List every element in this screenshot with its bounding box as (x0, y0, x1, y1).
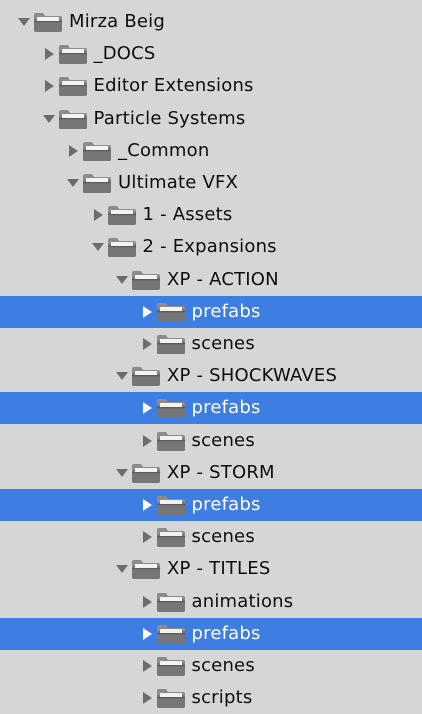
expand-arrow-right-icon[interactable] (140, 627, 154, 641)
tree-item-label: _DOCS (93, 43, 156, 65)
folder-icon (155, 493, 187, 517)
tree-item-label: Ultimate VFX (118, 172, 239, 193)
tree-item[interactable]: XP - ACTION (0, 264, 422, 296)
expand-arrow-right-icon[interactable] (140, 530, 154, 544)
tree-item[interactable]: prefabs (0, 489, 422, 521)
folder-icon (106, 235, 138, 259)
expand-arrow-right-icon[interactable] (140, 401, 154, 415)
tree-item[interactable]: XP - SHOCKWAVES (0, 360, 422, 392)
expand-arrow-down-icon[interactable] (91, 240, 105, 254)
tree-item-label: scripts (191, 687, 253, 709)
folder-icon (155, 686, 187, 710)
folder-icon (155, 654, 187, 678)
folder-icon (130, 364, 162, 388)
tree-item-label: Editor Extensions (93, 75, 254, 97)
folder-icon (155, 590, 187, 614)
expand-arrow-down-icon[interactable] (42, 112, 56, 126)
folder-icon (130, 461, 162, 485)
tree-item[interactable]: scripts (0, 682, 422, 714)
folder-icon (81, 139, 113, 163)
tree-item[interactable]: XP - STORM (0, 457, 422, 489)
tree-item[interactable]: _DOCS (0, 38, 422, 70)
expand-arrow-right-icon[interactable] (140, 659, 154, 673)
folder-icon (155, 396, 187, 420)
expand-arrow-right-icon[interactable] (140, 305, 154, 319)
tree-item[interactable]: Mirza Beig (0, 6, 422, 38)
folder-icon (130, 557, 162, 581)
tree-item-label: scenes (191, 655, 255, 676)
folder-icon (155, 300, 187, 324)
tree-item-label: XP - TITLES (167, 558, 271, 580)
tree-item[interactable]: scenes (0, 650, 422, 682)
tree-item[interactable]: 1 - Assets (0, 199, 422, 231)
tree-item-label: 2 - Expansions (142, 236, 277, 258)
tree-item-label: scenes (191, 333, 255, 354)
expand-arrow-right-icon[interactable] (140, 691, 154, 705)
folder-icon (155, 525, 187, 549)
tree-item-label: prefabs (191, 494, 261, 515)
project-folder-tree: Mirza Beig _DOCS Editor Extensions Particle… (0, 0, 422, 710)
tree-item-label: prefabs (191, 300, 261, 322)
tree-item-label: XP - SHOCKWAVES (167, 365, 338, 387)
expand-arrow-right-icon[interactable] (42, 79, 56, 93)
expand-arrow-down-icon[interactable] (17, 15, 31, 29)
folder-icon (57, 42, 89, 66)
tree-item[interactable]: animations (0, 586, 422, 618)
tree-item[interactable]: Ultimate VFX (0, 167, 422, 199)
tree-item-label: scenes (191, 429, 255, 451)
tree-item-label: XP - ACTION (167, 268, 279, 290)
expand-arrow-right-icon[interactable] (140, 337, 154, 351)
tree-item[interactable]: prefabs (0, 295, 422, 328)
tree-item-label: prefabs (191, 397, 261, 419)
tree-item[interactable]: Particle Systems (0, 103, 422, 135)
expand-arrow-right-icon[interactable] (140, 434, 154, 448)
tree-item-label: Mirza Beig (69, 11, 165, 32)
tree-item-label: _Common (118, 139, 210, 161)
tree-item[interactable]: _Common (0, 135, 422, 167)
tree-item-label: 1 - Assets (142, 204, 233, 226)
expand-arrow-down-icon[interactable] (115, 466, 129, 480)
expand-arrow-right-icon[interactable] (91, 208, 105, 222)
folder-icon (57, 107, 89, 131)
folder-icon (155, 332, 187, 356)
tree-item-label: Particle Systems (93, 107, 246, 129)
expand-arrow-down-icon[interactable] (115, 369, 129, 383)
expand-arrow-down-icon[interactable] (115, 562, 129, 576)
expand-arrow-down-icon[interactable] (66, 176, 80, 190)
folder-icon (81, 171, 113, 195)
tree-item-label: XP - STORM (167, 461, 275, 483)
tree-item[interactable]: XP - TITLES (0, 553, 422, 585)
folder-icon (32, 10, 64, 34)
tree-item[interactable]: prefabs (0, 392, 422, 425)
folder-icon (155, 622, 187, 646)
folder-icon (130, 268, 162, 292)
folder-icon (106, 203, 138, 227)
tree-item[interactable]: scenes (0, 521, 422, 553)
tree-item[interactable]: scenes (0, 425, 422, 457)
tree-item[interactable]: scenes (0, 328, 422, 360)
expand-arrow-down-icon[interactable] (115, 273, 129, 287)
folder-icon (57, 74, 89, 98)
expand-arrow-right-icon[interactable] (140, 498, 154, 512)
tree-item-label: animations (191, 590, 294, 612)
folder-icon (155, 429, 187, 453)
tree-item-label: prefabs (191, 622, 261, 644)
expand-arrow-right-icon[interactable] (140, 595, 154, 609)
tree-item-label: scenes (191, 526, 255, 548)
expand-arrow-right-icon[interactable] (66, 144, 80, 158)
tree-item[interactable]: Editor Extensions (0, 70, 422, 102)
tree-item[interactable]: 2 - Expansions (0, 231, 422, 263)
expand-arrow-right-icon[interactable] (42, 47, 56, 61)
tree-item[interactable]: prefabs (0, 617, 422, 650)
